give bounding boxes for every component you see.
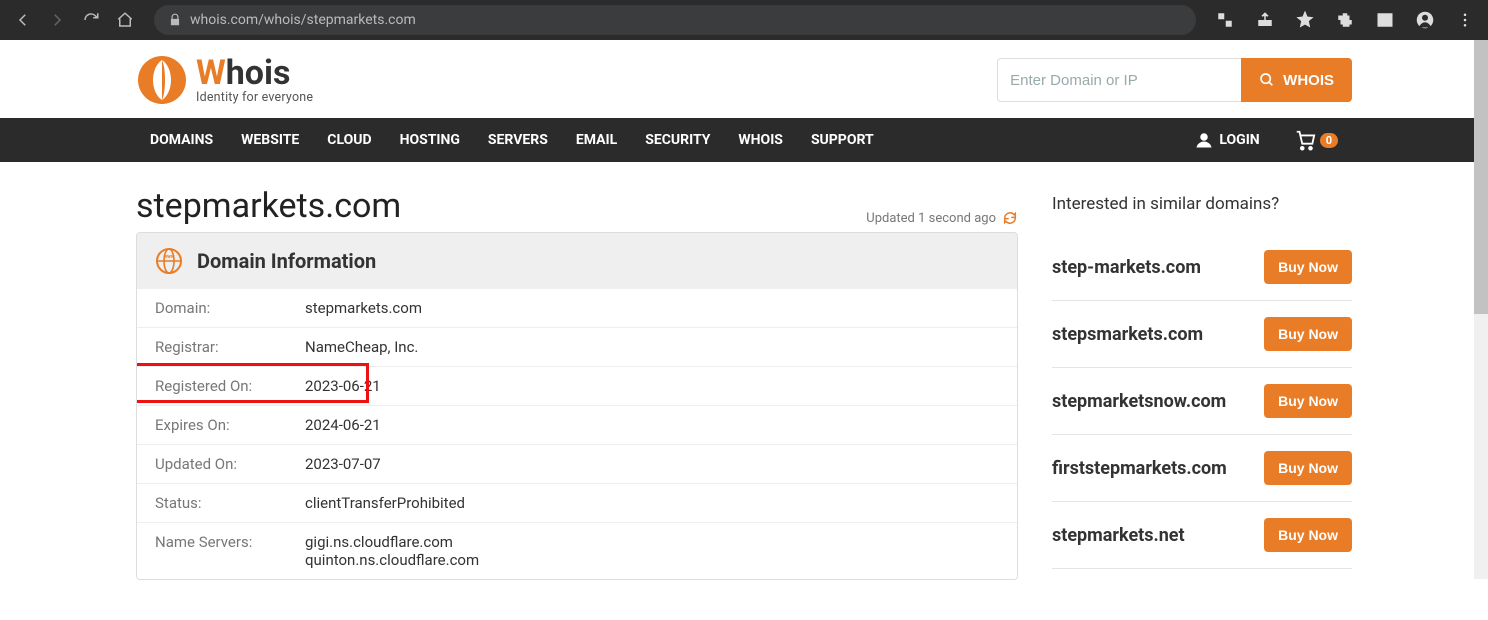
cart-link[interactable]: 0 — [1274, 118, 1352, 162]
nav-item-support[interactable]: SUPPORT — [797, 118, 888, 162]
similar-domain-name: stepsmarkets.com — [1052, 324, 1203, 345]
similar-domains-sidebar: Interested in similar domains? step-mark… — [1052, 186, 1352, 569]
info-key: Expires On: — [155, 416, 305, 434]
whois-search-form: WHOIS — [997, 58, 1352, 102]
back-button[interactable] — [8, 5, 38, 35]
similar-domain-name: firststepmarkets.com — [1052, 458, 1227, 479]
panel-heading: Domain Information — [197, 249, 376, 273]
similar-domain-row: stepmarkets.net Buy Now — [1052, 502, 1352, 569]
info-row: Status:clientTransferProhibited — [137, 484, 1017, 523]
address-bar[interactable]: whois.com/whois/stepmarkets.com — [154, 5, 1196, 35]
info-key: Name Servers: — [155, 533, 305, 569]
refresh-icon — [1002, 210, 1018, 226]
nav-item-domains[interactable]: DOMAINS — [136, 118, 227, 162]
buy-now-button[interactable]: Buy Now — [1264, 384, 1352, 418]
info-row: Updated On:2023-07-07 — [137, 445, 1017, 484]
nav-item-email[interactable]: EMAIL — [562, 118, 631, 162]
info-row: Domain:stepmarkets.com — [137, 289, 1017, 328]
similar-domain-row: firststepmarkets.com Buy Now — [1052, 435, 1352, 502]
info-key: Registered On: — [155, 377, 305, 395]
login-link[interactable]: LOGIN — [1181, 118, 1273, 162]
search-icon — [1259, 72, 1275, 88]
info-key: Updated On: — [155, 455, 305, 473]
info-value: gigi.ns.cloudflare.comquinton.ns.cloudfl… — [305, 533, 479, 569]
refresh-link[interactable]: Updated 1 second ago — [866, 210, 1018, 226]
info-row: Name Servers:gigi.ns.cloudflare.comquint… — [137, 523, 1017, 579]
page-body: Whois Identity for everyone WHOIS DOMAIN… — [0, 40, 1488, 620]
similar-domain-name: stepmarkets.net — [1052, 525, 1185, 546]
info-value: 2023-07-07 — [305, 455, 381, 473]
domain-info-panel: www Domain Information Domain:stepmarket… — [136, 232, 1018, 580]
nav-item-website[interactable]: WEBSITE — [227, 118, 313, 162]
buy-now-button[interactable]: Buy Now — [1264, 317, 1352, 351]
logo[interactable]: Whois Identity for everyone — [136, 54, 313, 106]
main-content: stepmarkets.com Updated 1 second ago www… — [136, 186, 1018, 580]
browser-chrome: whois.com/whois/stepmarkets.com — [0, 0, 1488, 40]
main-nav: DOMAINSWEBSITECLOUDHOSTINGSERVERSEMAILSE… — [0, 118, 1488, 162]
buy-now-button[interactable]: Buy Now — [1264, 250, 1352, 284]
info-row: Expires On:2024-06-21 — [137, 406, 1017, 445]
home-button[interactable] — [110, 5, 140, 35]
extensions-icon[interactable] — [1330, 5, 1360, 35]
info-value: NameCheap, Inc. — [305, 338, 418, 356]
similar-domain-name: step-markets.com — [1052, 257, 1201, 278]
info-row: Registrar:NameCheap, Inc. — [137, 328, 1017, 367]
nav-item-security[interactable]: SECURITY — [631, 118, 724, 162]
panel-icon[interactable] — [1370, 5, 1400, 35]
similar-domain-row: stepsmarkets.com Buy Now — [1052, 301, 1352, 368]
profile-icon[interactable] — [1410, 5, 1440, 35]
user-icon — [1195, 131, 1213, 149]
nav-item-cloud[interactable]: CLOUD — [313, 118, 385, 162]
cart-count-badge: 0 — [1320, 133, 1338, 148]
nav-item-hosting[interactable]: HOSTING — [386, 118, 474, 162]
cart-icon — [1294, 129, 1316, 151]
menu-icon[interactable] — [1450, 5, 1480, 35]
share-icon[interactable] — [1250, 5, 1280, 35]
nav-item-whois[interactable]: WHOIS — [724, 118, 797, 162]
bookmark-icon[interactable] — [1290, 5, 1320, 35]
info-value: 2023-06-21 — [305, 377, 381, 395]
info-value: clientTransferProhibited — [305, 494, 465, 512]
globe-icon: www — [155, 247, 183, 275]
similar-domain-row: stepmarketsnow.com Buy Now — [1052, 368, 1352, 435]
similar-domain-row: step-markets.com Buy Now — [1052, 234, 1352, 301]
forward-button[interactable] — [42, 5, 72, 35]
similar-domain-name: stepmarketsnow.com — [1052, 391, 1226, 412]
reload-button[interactable] — [76, 5, 106, 35]
logo-brand: Whois — [196, 56, 313, 90]
info-row: Registered On:2023-06-21 — [137, 367, 1017, 406]
chrome-right-icons — [1210, 5, 1480, 35]
info-key: Domain: — [155, 299, 305, 317]
translate-icon[interactable] — [1210, 5, 1240, 35]
whois-search-button[interactable]: WHOIS — [1241, 58, 1352, 102]
lock-icon — [168, 13, 182, 27]
similar-heading: Interested in similar domains? — [1052, 194, 1352, 214]
info-value: 2024-06-21 — [305, 416, 381, 434]
info-key: Status: — [155, 494, 305, 512]
domain-search-input[interactable] — [997, 58, 1241, 102]
nav-item-servers[interactable]: SERVERS — [474, 118, 562, 162]
page-scrollbar[interactable] — [1474, 40, 1488, 579]
info-key: Registrar: — [155, 338, 305, 356]
buy-now-button[interactable]: Buy Now — [1264, 451, 1352, 485]
logo-mark-icon — [136, 54, 188, 106]
logo-tagline: Identity for everyone — [196, 90, 313, 105]
svg-text:www: www — [163, 254, 174, 260]
page-title: stepmarkets.com — [136, 186, 401, 226]
url-text: whois.com/whois/stepmarkets.com — [190, 12, 416, 28]
site-header: Whois Identity for everyone WHOIS — [120, 40, 1368, 118]
info-value: stepmarkets.com — [305, 299, 422, 317]
buy-now-button[interactable]: Buy Now — [1264, 518, 1352, 552]
